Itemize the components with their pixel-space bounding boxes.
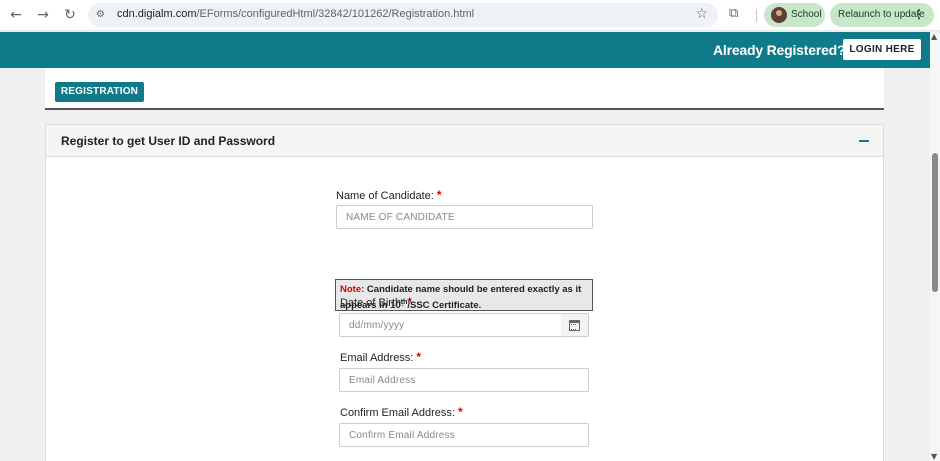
confirm-email-input[interactable]: Confirm Email Address [339, 423, 589, 447]
url-text: cdn.digialm.com/EForms/configuredHtml/32… [117, 8, 475, 20]
site-info-icon[interactable]: ⚙ [96, 8, 110, 22]
profile-name: School [791, 9, 822, 20]
panel-header[interactable]: Register to get User ID and Password [46, 125, 883, 157]
candidate-name-input[interactable]: NAME OF CANDIDATE [336, 205, 593, 229]
scroll-down-icon[interactable]: ▼ [931, 452, 937, 461]
required-asterisk: * [407, 295, 412, 309]
email-input[interactable]: Email Address [339, 368, 589, 392]
kebab-menu-icon[interactable]: ⋮ [913, 7, 925, 21]
relaunch-label: Relaunch to update [838, 9, 925, 20]
tab-registration[interactable]: REGISTRATION [55, 82, 144, 102]
relaunch-button[interactable]: Relaunch to update ⋮ [830, 3, 934, 27]
required-asterisk: * [436, 188, 442, 202]
reload-icon[interactable]: ↻ [60, 5, 80, 25]
profile-button[interactable]: School [764, 3, 825, 27]
calendar-icon [569, 320, 580, 331]
avatar [771, 7, 787, 23]
toolbar-divider [756, 9, 757, 22]
scroll-up-icon[interactable]: ▲ [931, 32, 937, 41]
already-registered-text: Already Registered? [713, 42, 846, 58]
confirm-email-label: Confirm Email Address: * [340, 405, 463, 419]
email-label: Email Address: * [340, 350, 422, 364]
dob-label: Date of Birth: * [340, 295, 412, 309]
collapse-minus-icon[interactable] [859, 140, 869, 142]
vertical-scrollbar[interactable]: ▲ ▼ [930, 32, 940, 461]
extensions-icon[interactable]: ⧉ [729, 6, 747, 24]
calendar-button[interactable] [561, 313, 589, 337]
back-arrow-icon[interactable]: ← [6, 5, 26, 25]
panel-title: Register to get User ID and Password [61, 134, 276, 148]
site-header: Already Registered? LOGIN HERE [0, 32, 930, 68]
login-here-button[interactable]: LOGIN HERE [843, 39, 921, 60]
bookmark-star-icon[interactable]: ☆ [695, 6, 708, 22]
address-bar[interactable]: ⚙ cdn.digialm.com/EForms/configuredHtml/… [88, 3, 718, 27]
name-label: Name of Candidate: * [336, 188, 442, 202]
tab-bar: REGISTRATION [45, 68, 884, 110]
dob-input[interactable]: dd/mm/yyyy [339, 313, 562, 337]
forward-arrow-icon[interactable]: → [33, 5, 53, 25]
scroll-thumb[interactable] [932, 153, 938, 292]
required-asterisk: * [457, 405, 463, 419]
required-asterisk: * [416, 350, 422, 364]
page-content: Already Registered? LOGIN HERE REGISTRAT… [0, 32, 930, 461]
browser-toolbar: ← → ↻ ⚙ cdn.digialm.com/EForms/configure… [0, 0, 940, 31]
